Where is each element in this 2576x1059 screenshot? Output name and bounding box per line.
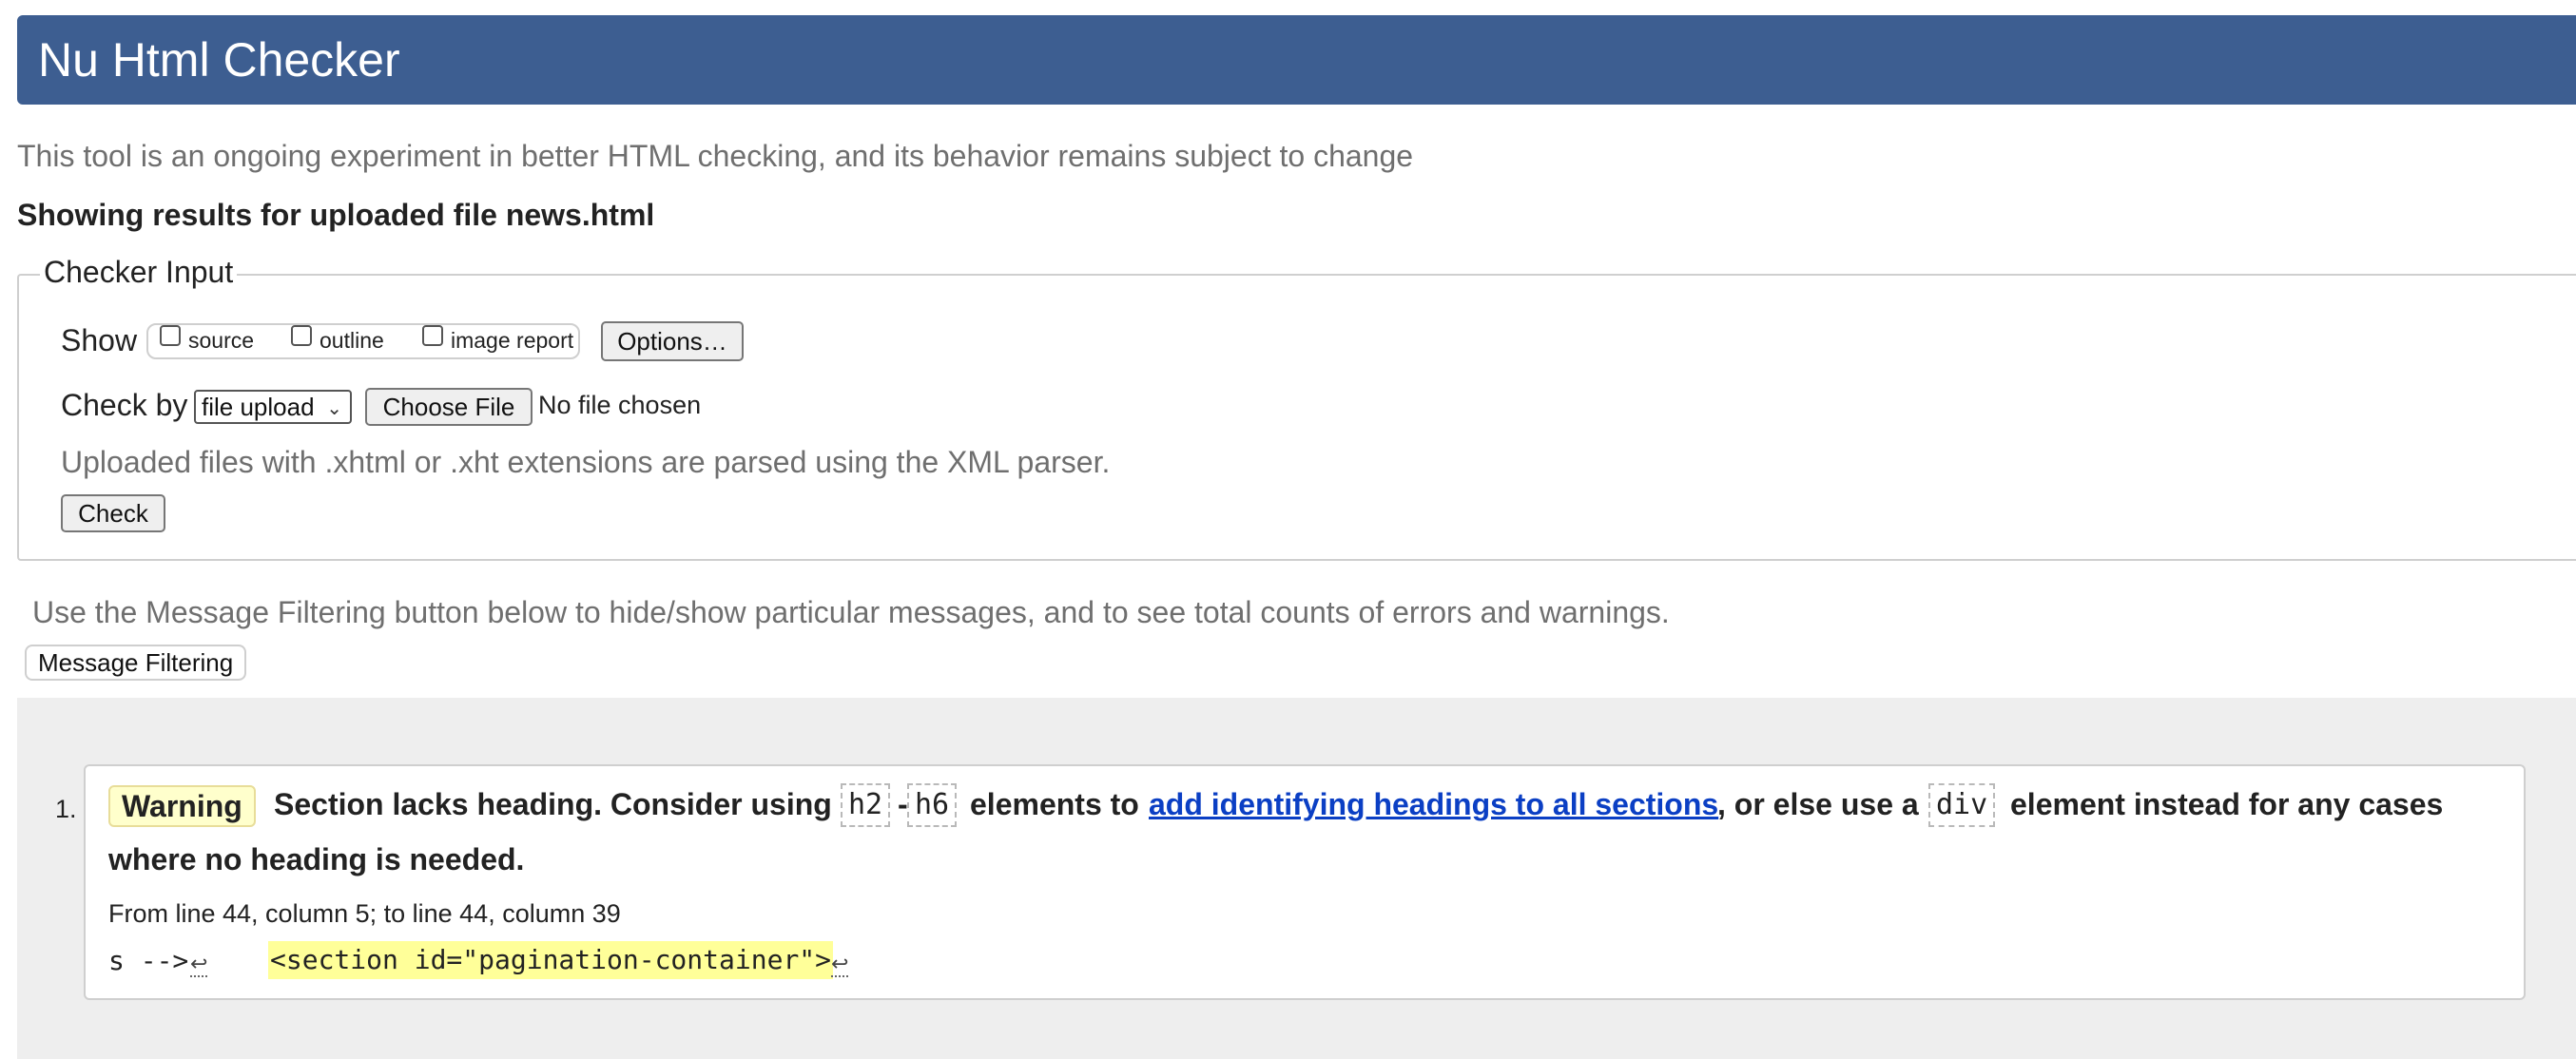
headings-help-link[interactable]: add identifying headings to all sections	[1149, 787, 1718, 822]
code-h2: h2	[841, 783, 891, 827]
message-text-part-5: where no heading is needed.	[108, 842, 525, 876]
message-text-part-3: , or else use a	[1717, 787, 1919, 821]
outline-checkbox-label[interactable]: outline	[320, 328, 384, 354]
message-location: From line 44, column 5; to line 44, colu…	[108, 899, 621, 928]
outline-checkbox[interactable]	[291, 325, 312, 346]
checker-page: Nu Html Checker This tool is an ongoing …	[0, 0, 2576, 1059]
options-button[interactable]: Options…	[601, 321, 744, 361]
show-label: Show	[61, 323, 138, 357]
message-number: 1.	[55, 795, 77, 823]
choose-file-button[interactable]: Choose File	[365, 388, 533, 426]
image-report-checkbox-label[interactable]: image report	[451, 328, 573, 354]
code-h6: h6	[907, 783, 958, 827]
chevron-down-icon: ⌄	[326, 398, 342, 419]
message-text-part-1: Section lacks heading. Consider using	[274, 787, 832, 821]
check-button[interactable]: Check	[61, 494, 165, 532]
check-by-select[interactable]: file upload ⌄	[194, 390, 352, 424]
intro-text: This tool is an ongoing experiment in be…	[17, 139, 1414, 173]
source-checkbox-label[interactable]: source	[188, 328, 254, 354]
message-filtering-button[interactable]: Message Filtering	[25, 645, 247, 681]
results-heading: Showing results for uploaded file news.h…	[17, 198, 655, 232]
check-by-selected-value: file upload	[202, 393, 315, 421]
no-file-text: No file chosen	[538, 391, 702, 419]
code-div: div	[1928, 783, 1996, 827]
line-feed-icon: ↩	[831, 952, 849, 977]
page-title: Nu Html Checker	[38, 33, 400, 87]
xml-parser-note: Uploaded files with .xhtml or .xht exten…	[61, 445, 1111, 479]
filter-note: Use the Message Filtering button below t…	[32, 595, 1670, 629]
checker-input-legend: Checker Input	[40, 255, 238, 290]
line-feed-icon: ↩	[190, 952, 208, 977]
extract-before-text: s -->	[108, 945, 189, 976]
source-checkbox[interactable]	[160, 325, 181, 346]
message-text-part-2: elements to	[970, 787, 1139, 821]
header-bar: Nu Html Checker	[17, 15, 2576, 105]
message-text-part-4: element instead for any cases	[2010, 787, 2444, 821]
warning-badge: Warning	[108, 785, 256, 827]
image-report-checkbox[interactable]	[422, 325, 443, 346]
extract-highlight: <section id="pagination-container">	[268, 941, 834, 979]
check-by-label: Check by	[61, 388, 188, 422]
